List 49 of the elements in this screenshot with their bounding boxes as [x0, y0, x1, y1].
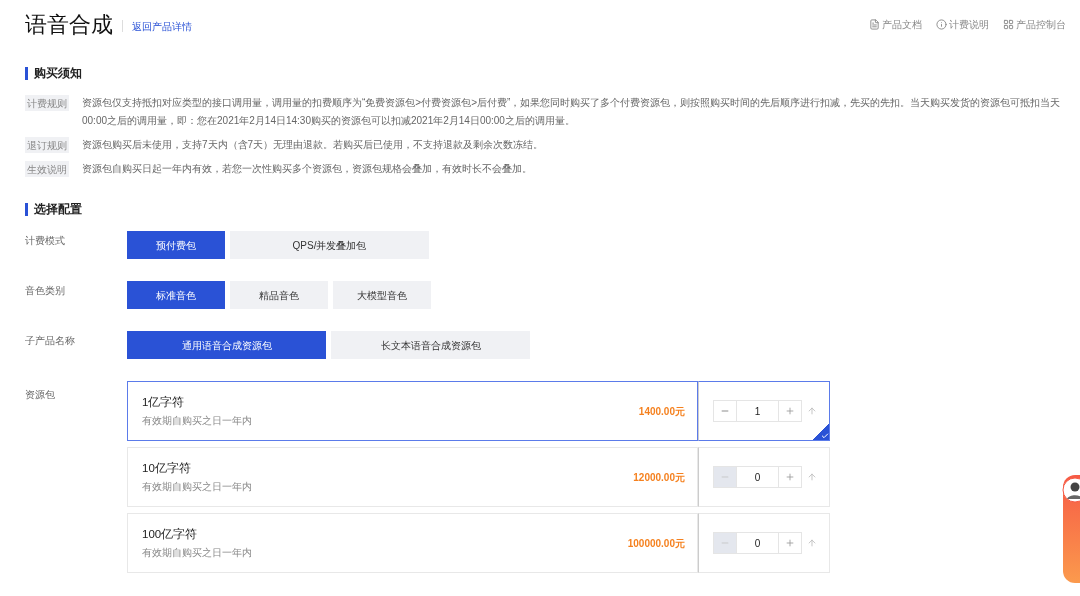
package-validity: 有效期自购买之日一年内 — [142, 546, 252, 561]
rule-tag: 生效说明 — [25, 161, 69, 177]
option-button[interactable]: 标准音色 — [127, 281, 225, 309]
plus-icon — [785, 406, 795, 416]
rule-text: 资源包购买后未使用，支持7天内（含7天）无理由退款。若购买后已使用，不支持退款及剩余次数冻结。 — [82, 138, 545, 152]
package-name: 1亿字符 — [142, 394, 186, 410]
arrow-up-icon — [807, 406, 817, 416]
field-label: 资源包 — [25, 388, 56, 402]
field-label: 音色类别 — [25, 284, 66, 298]
package-validity: 有效期自购买之日一年内 — [142, 480, 252, 495]
rule-text: 资源包自购买日起一年内有效，若您一次性购买多个资源包，资源包规格会叠加，有效时长不会叠加。 — [82, 162, 533, 176]
package-card[interactable]: 10亿字符 有效期自购买之日一年内 12000.00元 — [127, 447, 698, 507]
info-icon — [936, 18, 947, 30]
rule-tag: 计费规则 — [25, 95, 69, 111]
decrease-button[interactable] — [713, 400, 737, 422]
header-link[interactable]: 产品文档 — [869, 16, 922, 32]
field-label: 计费模式 — [25, 234, 66, 248]
header-link[interactable]: 产品控制台 — [1003, 16, 1066, 32]
rule-text: 资源包仅支持抵扣对应类型的接口调用量，调用量的扣费顺序为“免费资源包>付费资源包>后付费”，如果您同时购买了多个付费资源包，则按照购买时间的先后顺序进行扣减，先买的先扣。当天购买发货的资源包可抵扣当天00:00之后的调用量，即：您在2021年2月14日14:30购买的资源包可以扣减2021年2月14日00:00之后的调用量。 — [82, 96, 1062, 128]
option-button[interactable]: 精品音色 — [230, 281, 328, 309]
arrow-up-icon — [807, 472, 817, 482]
plus-icon — [785, 472, 795, 482]
section-title: 购买须知 — [34, 65, 82, 82]
package-price: 1400.00元 — [638, 404, 685, 419]
option-button[interactable]: QPS/并发叠加包 — [230, 231, 429, 259]
option-button[interactable]: 长文本语音合成资源包 — [331, 331, 530, 359]
package-price: 100000.00元 — [627, 536, 685, 551]
package-card[interactable]: 100亿字符 有效期自购买之日一年内 100000.00元 — [127, 513, 698, 573]
package-price: 12000.00元 — [633, 470, 685, 485]
option-button[interactable]: 通用语音合成资源包 — [127, 331, 326, 359]
package-validity: 有效期自购买之日一年内 — [142, 414, 252, 429]
increase-button[interactable] — [778, 400, 802, 422]
increase-button[interactable] — [778, 532, 802, 554]
section-title: 选择配置 — [34, 201, 82, 218]
document-icon — [869, 18, 880, 30]
package-name: 100亿字符 — [142, 526, 199, 542]
grid-icon — [1003, 18, 1014, 30]
header-link[interactable]: 计费说明 — [936, 16, 989, 32]
page-title: 语音合成 — [25, 10, 113, 39]
plus-icon — [785, 538, 795, 548]
arrow-up-icon — [807, 538, 817, 548]
back-link[interactable]: 返回产品详情 — [132, 18, 192, 34]
increase-button[interactable] — [778, 466, 802, 488]
field-label: 子产品名称 — [25, 334, 76, 348]
option-button[interactable]: 预付费包 — [127, 231, 225, 259]
package-name: 10亿字符 — [142, 460, 192, 476]
package-card[interactable]: 1亿字符 有效期自购买之日一年内 1400.00元 — [127, 381, 698, 441]
option-button[interactable]: 大模型音色 — [333, 281, 431, 309]
rule-tag: 退订规则 — [25, 137, 69, 153]
